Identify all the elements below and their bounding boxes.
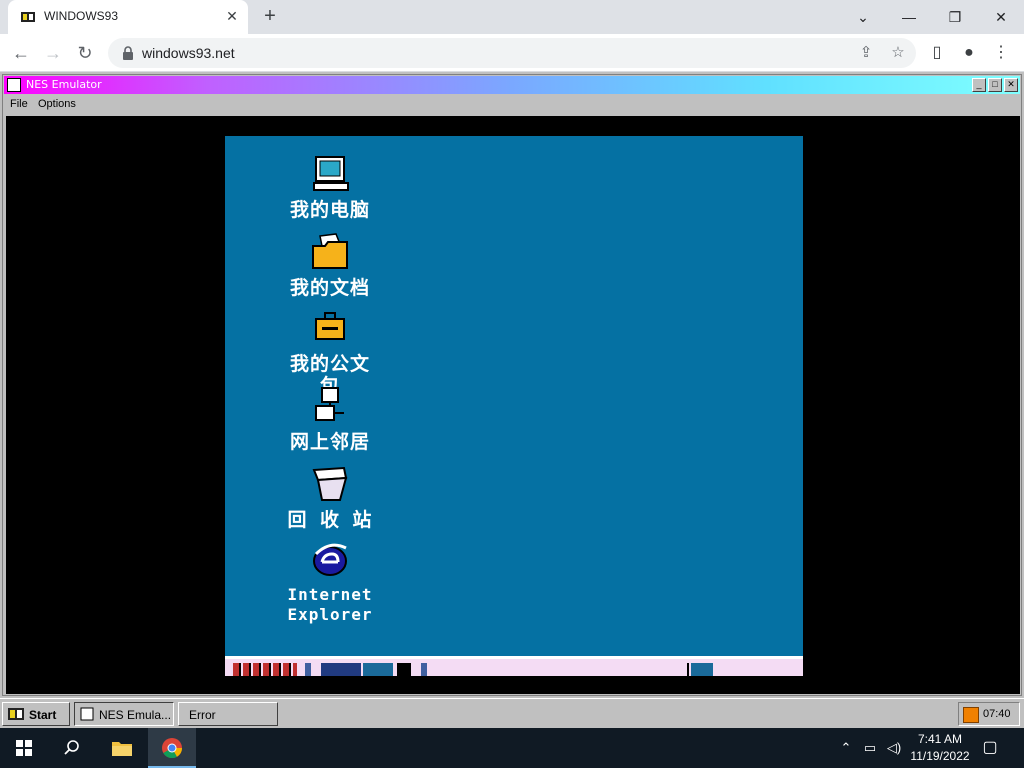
game-desktop[interactable]: 我的电脑 我的文档 我的公文包 网上邻居 回 收 站 Internet Expl…: [225, 136, 803, 676]
bookmark-star-icon[interactable]: ☆: [888, 43, 908, 63]
back-button[interactable]: ←: [10, 42, 32, 64]
volume-icon[interactable]: ◁): [884, 738, 904, 758]
browser-tab[interactable]: WINDOWS93 ✕: [8, 0, 248, 34]
w93-clock: 07:40: [983, 708, 1011, 720]
nes-menubar: File Options: [4, 94, 1020, 114]
w93-task-error-label: Error: [189, 708, 216, 722]
address-bar[interactable]: windows93.net ⇪ ☆: [108, 38, 916, 68]
game-icon-network[interactable]: 网上邻居: [285, 386, 375, 453]
folder-icon: [112, 742, 132, 756]
recycle-bin-icon: [312, 466, 348, 501]
forward-button[interactable]: →: [42, 42, 64, 64]
nes-app-icon: [80, 707, 94, 721]
w93-start-icon: [8, 708, 24, 720]
w93-task-nes[interactable]: NES Emula...: [74, 702, 174, 726]
nes-close-button[interactable]: ✕: [1004, 78, 1018, 92]
game-icon-label: 网上邻居: [289, 431, 370, 453]
game-quicklaunch-more-icon[interactable]: [397, 663, 411, 676]
w93-system-tray: 07:40: [958, 702, 1020, 726]
game-icon-my-documents[interactable]: 我的文档: [285, 232, 375, 299]
briefcase-icon: [315, 312, 345, 340]
minimize-window-icon[interactable]: —: [886, 4, 932, 30]
url-text[interactable]: windows93.net: [142, 45, 235, 61]
browser-toolbar: ← → ↻ windows93.net ⇪ ☆ ▯ ● ⋮: [0, 34, 1024, 72]
game-tray-monitor-icon: [691, 663, 713, 676]
folder-icon: [312, 233, 348, 269]
file-explorer-button[interactable]: [98, 728, 146, 768]
profile-avatar-icon[interactable]: ●: [958, 42, 980, 64]
windows-start-button[interactable]: [0, 728, 48, 768]
network-icon: [315, 387, 344, 421]
game-start-button[interactable]: [233, 663, 297, 676]
game-icon-my-briefcase[interactable]: 我的公文包: [285, 308, 375, 397]
w93-taskbar: Start NES Emula... Error 07:40: [0, 698, 1024, 728]
rss-feed-icon[interactable]: [963, 707, 979, 723]
game-icon-label: Internet Explorer: [287, 585, 373, 624]
side-panel-icon[interactable]: ▯: [926, 42, 948, 64]
nes-titlebar[interactable]: NES Emulator _ □ ✕: [4, 76, 1020, 94]
browser-menu-icon[interactable]: ⋮: [990, 42, 1012, 64]
close-window-icon[interactable]: ✕: [978, 4, 1024, 30]
os-clock-time: 7:41 AM: [917, 732, 963, 746]
chrome-icon: [162, 738, 183, 759]
nes-window-title: NES Emulator: [26, 78, 102, 91]
nes-screen[interactable]: 我的电脑 我的文档 我的公文包 网上邻居 回 收 站 Internet Expl…: [6, 116, 1020, 694]
nes-maximize-button[interactable]: □: [988, 78, 1002, 92]
w93-task-nes-label: NES Emula...: [99, 708, 172, 722]
nes-minimize-button[interactable]: _: [972, 78, 986, 92]
tab-strip: WINDOWS93 ✕ + ⌄ — ❐ ✕: [0, 0, 1024, 34]
os-clock-date: 11/19/2022: [910, 749, 970, 763]
network-icon[interactable]: ▭: [860, 738, 880, 758]
restore-window-icon[interactable]: ❐: [932, 4, 978, 30]
nes-app-icon: [7, 78, 21, 92]
w93-start-label: Start: [29, 708, 57, 722]
game-quicklaunch-desktop-icon[interactable]: [363, 663, 393, 676]
game-icon-internet-explorer[interactable]: Internet Explorer: [285, 540, 375, 625]
os-taskbar: ⌃ ▭ ◁) 7:41 AM 11/19/2022 ▢: [0, 728, 1024, 768]
search-icon: [64, 740, 79, 755]
game-icon-label: 我的电脑: [289, 199, 370, 221]
game-icon-my-computer[interactable]: 我的电脑: [285, 154, 375, 221]
game-icon-label: 我的文档: [289, 277, 370, 299]
chrome-taskbar-button[interactable]: [148, 728, 196, 768]
tab-close-icon[interactable]: ✕: [224, 8, 240, 24]
lock-icon[interactable]: [122, 46, 134, 60]
nes-emulator-window: NES Emulator _ □ ✕ File Options 我的电脑 我的文…: [2, 74, 1022, 696]
tab-search-dropdown-icon[interactable]: ⌄: [840, 4, 886, 30]
tab-title: WINDOWS93: [44, 9, 119, 23]
game-taskbar-divider: [421, 663, 427, 676]
computer-icon: [313, 156, 349, 191]
game-icon-label: 回 收 站: [287, 509, 373, 531]
new-tab-button[interactable]: +: [260, 6, 280, 26]
menu-options[interactable]: Options: [38, 98, 76, 110]
reload-button[interactable]: ↻: [74, 42, 96, 64]
windows93-page: NES Emulator _ □ ✕ File Options 我的电脑 我的文…: [0, 72, 1024, 728]
game-icon-recycle-bin[interactable]: 回 收 站: [285, 464, 375, 531]
game-quicklaunch-ie-icon[interactable]: [321, 663, 361, 676]
ie-icon: [313, 543, 347, 576]
w93-task-error[interactable]: Error: [178, 702, 278, 726]
game-taskbar: [225, 656, 803, 676]
search-button[interactable]: [48, 728, 96, 768]
os-clock[interactable]: 7:41 AM 11/19/2022: [904, 731, 976, 765]
menu-file[interactable]: File: [10, 98, 28, 110]
share-icon[interactable]: ⇪: [856, 43, 876, 63]
w93-start-button[interactable]: Start: [2, 702, 70, 726]
windows93-favicon-icon: [21, 12, 35, 22]
notifications-icon[interactable]: ▢: [980, 738, 1000, 758]
windows-logo-icon: [16, 740, 32, 756]
show-hidden-icons-icon[interactable]: ⌃: [836, 738, 856, 758]
game-taskbar-divider: [305, 663, 311, 676]
